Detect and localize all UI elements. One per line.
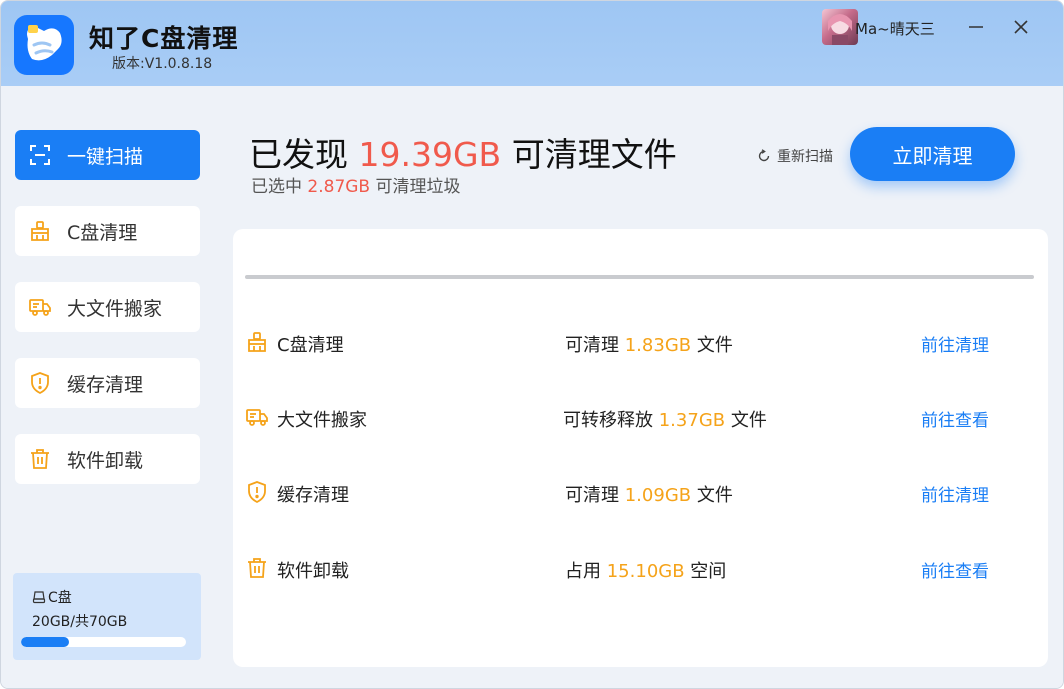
sidebar-item-label: 大文件搬家 xyxy=(67,297,163,320)
sidebar-item-uninstall[interactable]: 软件卸载 xyxy=(15,434,200,484)
list-item: C盘清理 可清理 1.83GB 文件 前往清理 xyxy=(233,322,1048,362)
row-action-link[interactable]: 前往清理 xyxy=(921,331,989,356)
broom-icon xyxy=(245,330,269,354)
headline-prefix: 已发现 xyxy=(249,135,348,174)
truck-icon xyxy=(27,294,53,320)
title-bar: 知了C盘清理 版本:V1.0.8.18 Ma~晴天三 xyxy=(1,1,1063,86)
disk-usage-card: C盘 20GB/共70GB xyxy=(13,573,201,660)
list-item: 大文件搬家 可转移释放 1.37GB 文件 前往查看 xyxy=(233,397,1048,437)
disk-usage-text: 20GB/共70GB xyxy=(32,614,128,630)
minimize-button[interactable] xyxy=(958,11,994,43)
row-amount: 1.37GB xyxy=(658,410,726,431)
disk-label: C盘 xyxy=(48,590,72,606)
disk-usage-bar-fill xyxy=(21,637,69,647)
sidebar-item-c-clean[interactable]: C盘清理 xyxy=(15,206,200,256)
sidebar-item-label: C盘清理 xyxy=(67,221,138,244)
row-info-prefix: 可清理 xyxy=(565,485,619,506)
subline-suffix: 可清理垃圾 xyxy=(375,177,461,197)
row-action-link[interactable]: 前往查看 xyxy=(921,557,989,582)
row-info: 可清理 1.09GB 文件 xyxy=(565,481,733,507)
close-icon xyxy=(1014,20,1028,34)
row-name: C盘清理 xyxy=(277,335,344,356)
row-amount: 15.10GB xyxy=(606,561,685,582)
subline-amount: 2.87GB xyxy=(307,177,371,197)
rescan-button[interactable]: 重新扫描 xyxy=(757,146,833,166)
sidebar-item-big-file[interactable]: 大文件搬家 xyxy=(15,282,200,332)
results-panel: C盘清理 可清理 1.83GB 文件 前往清理 大文件搬家 可转移释放 1.37… xyxy=(233,229,1048,667)
row-action-link[interactable]: 前往查看 xyxy=(921,406,989,431)
list-item: 软件卸载 占用 15.10GB 空间 前往查看 xyxy=(233,548,1048,588)
avatar[interactable] xyxy=(822,9,858,45)
row-info-prefix: 可清理 xyxy=(565,335,619,356)
trash-icon xyxy=(27,446,53,472)
row-name: 软件卸载 xyxy=(277,561,349,582)
main-content: 已发现 19.39GB 可清理文件 已选中 2.87GB 可清理垃圾 重新扫描 … xyxy=(214,86,1063,688)
sidebar: 一键扫描 C盘清理 大文件搬家 缓存清理 软件卸载 C盘 20GB/共70GB xyxy=(1,86,214,688)
close-button[interactable] xyxy=(1003,11,1039,43)
row-name: 缓存清理 xyxy=(277,485,349,506)
minimize-icon xyxy=(969,26,983,28)
sidebar-item-label: 一键扫描 xyxy=(67,145,144,168)
row-amount: 1.83GB xyxy=(624,335,692,356)
row-info-prefix: 占用 xyxy=(565,561,601,582)
row-name: 大文件搬家 xyxy=(277,410,367,431)
shield-icon xyxy=(27,370,53,396)
rescan-label: 重新扫描 xyxy=(777,149,833,165)
row-info-prefix: 可转移释放 xyxy=(563,410,653,431)
headline-suffix: 可清理文件 xyxy=(511,135,677,174)
row-action-link[interactable]: 前往清理 xyxy=(921,481,989,506)
app-window: 知了C盘清理 版本:V1.0.8.18 Ma~晴天三 一键扫描 C盘清理 大文件… xyxy=(0,0,1064,689)
scan-icon xyxy=(27,142,53,168)
row-info: 占用 15.10GB 空间 xyxy=(565,557,726,583)
row-info-suffix: 文件 xyxy=(696,485,733,506)
headline-amount: 19.39GB xyxy=(358,135,502,174)
list-item: 缓存清理 可清理 1.09GB 文件 前往清理 xyxy=(233,472,1048,512)
refresh-icon xyxy=(758,149,770,162)
disk-title: C盘 xyxy=(32,587,72,607)
sidebar-item-label: 缓存清理 xyxy=(67,373,144,396)
row-info-suffix: 空间 xyxy=(690,561,727,582)
clean-now-button[interactable]: 立即清理 xyxy=(850,127,1015,181)
scan-progress-line xyxy=(245,275,1034,279)
sidebar-item-cache[interactable]: 缓存清理 xyxy=(15,358,200,408)
shield-icon xyxy=(245,480,269,504)
row-info: 可清理 1.83GB 文件 xyxy=(565,331,733,357)
username[interactable]: Ma~晴天三 xyxy=(855,18,935,39)
disk-usage-bar xyxy=(21,637,186,647)
scan-summary-subline: 已选中 2.87GB 可清理垃圾 xyxy=(251,172,461,197)
trash-icon xyxy=(245,556,269,580)
row-amount: 1.09GB xyxy=(624,485,692,506)
broom-logo-icon xyxy=(14,15,74,75)
row-info: 可转移释放 1.37GB 文件 xyxy=(563,406,767,432)
sidebar-item-scan[interactable]: 一键扫描 xyxy=(15,130,200,180)
app-title: 知了C盘清理 xyxy=(89,24,239,53)
truck-icon xyxy=(245,405,269,429)
drive-icon xyxy=(32,591,46,604)
sidebar-item-label: 软件卸载 xyxy=(67,449,144,472)
app-version: 版本:V1.0.8.18 xyxy=(112,56,213,72)
scan-summary-headline: 已发现 19.39GB 可清理文件 xyxy=(249,128,677,176)
row-info-suffix: 文件 xyxy=(730,410,767,431)
row-info-suffix: 文件 xyxy=(696,335,733,356)
broom-icon xyxy=(27,218,53,244)
subline-prefix: 已选中 xyxy=(251,177,302,197)
